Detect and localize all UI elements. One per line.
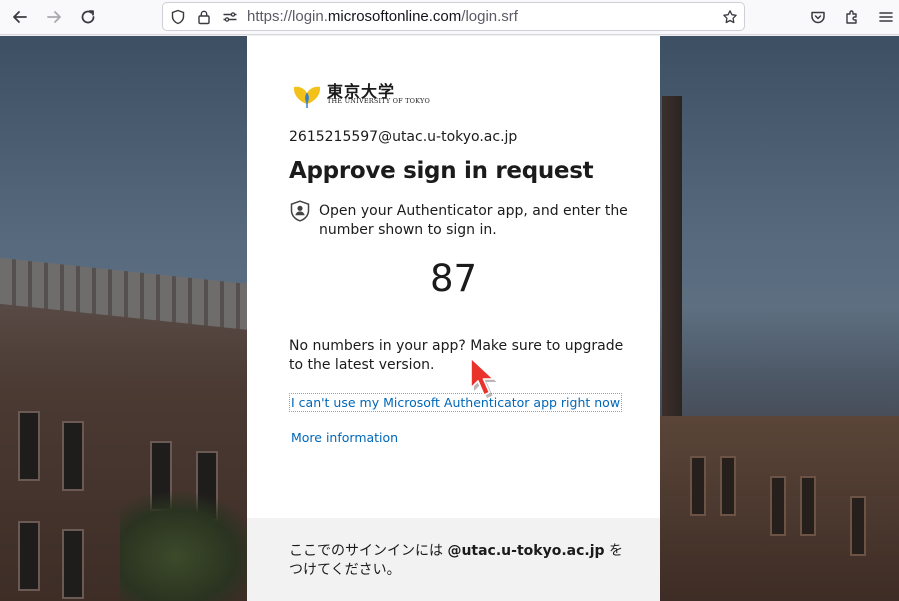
page-title: Approve sign in request — [289, 158, 594, 184]
bookmark-star-icon[interactable] — [721, 8, 739, 26]
url-text[interactable]: https://login.microsoftonline.com/login.… — [247, 8, 518, 25]
url-host: microsoftonline.com — [327, 8, 462, 25]
browser-toolbar: https://login.microsoftonline.com/login.… — [0, 0, 899, 35]
footer-text: ここでのサインインには @utac.u-tokyo.ac.jp を つけてくださ… — [289, 542, 629, 580]
forward-icon[interactable] — [40, 4, 68, 30]
user-identity: 2615215597@utac.u-tokyo.ac.jp — [289, 129, 518, 145]
shield-icon[interactable] — [169, 8, 187, 26]
background-trees — [120, 491, 260, 601]
cant-use-authenticator-link[interactable]: I can't use my Microsoft Authenticator a… — [289, 393, 623, 412]
background-building-right — [660, 416, 899, 601]
background-tower — [662, 96, 682, 436]
university-logo: 東京大学 THE UNIVERSITY OF TOKYO — [291, 77, 430, 109]
footer-domain: @utac.u-tokyo.ac.jp — [447, 543, 605, 559]
url-prefix: https://login. — [247, 8, 328, 25]
permissions-icon[interactable] — [221, 8, 239, 26]
more-information-link[interactable]: More information — [291, 430, 398, 445]
approval-number: 87 — [429, 257, 478, 300]
url-path: /login.srf — [461, 8, 518, 25]
reload-icon[interactable] — [74, 4, 102, 30]
extensions-icon[interactable] — [838, 4, 866, 30]
mouse-cursor-icon — [470, 357, 497, 398]
authenticator-icon — [290, 200, 310, 222]
pocket-icon[interactable] — [804, 4, 832, 30]
footer-prefix: ここでのサインインには — [289, 543, 448, 559]
lock-icon[interactable] — [195, 8, 213, 26]
instruction-text: Open your Authenticator app, and enter t… — [319, 203, 628, 238]
back-icon[interactable] — [6, 4, 34, 30]
upgrade-hint-text: No numbers in your app? Make sure to upg… — [289, 338, 624, 373]
ginkgo-logo-icon — [293, 86, 321, 108]
menu-icon[interactable] — [872, 4, 899, 30]
url-bar[interactable]: https://login.microsoftonline.com/login.… — [162, 2, 745, 31]
logo-en-text: THE UNIVERSITY OF TOKYO — [327, 97, 431, 105]
